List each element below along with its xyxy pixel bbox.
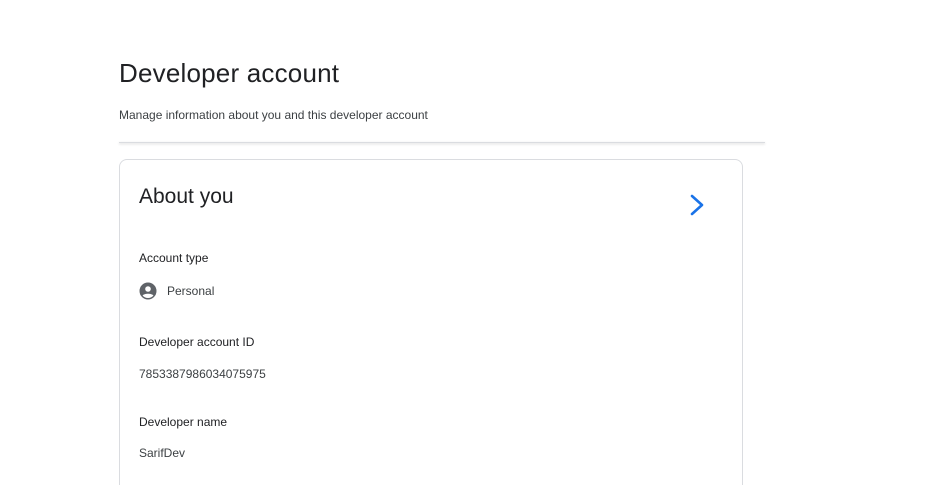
developer-account-id-value: 7853387986034075975: [139, 367, 266, 381]
account-type-row: Personal: [139, 280, 214, 302]
about-you-card[interactable]: About you Account type Personal Develope…: [119, 159, 743, 485]
developer-account-page: Developer account Manage information abo…: [0, 0, 937, 485]
chevron-right-icon[interactable]: [688, 193, 706, 217]
account-circle-icon: [139, 282, 157, 300]
account-type-value: Personal: [167, 284, 215, 298]
account-type-label: Account type: [139, 251, 209, 265]
developer-name-label: Developer name: [139, 415, 228, 429]
developer-account-id-label: Developer account ID: [139, 335, 255, 349]
page-subtitle: Manage information about you and this de…: [119, 108, 428, 122]
page-title: Developer account: [119, 58, 340, 88]
card-title: About you: [139, 185, 234, 208]
header-divider: [119, 142, 765, 143]
developer-name-value: SarifDev: [139, 446, 186, 460]
